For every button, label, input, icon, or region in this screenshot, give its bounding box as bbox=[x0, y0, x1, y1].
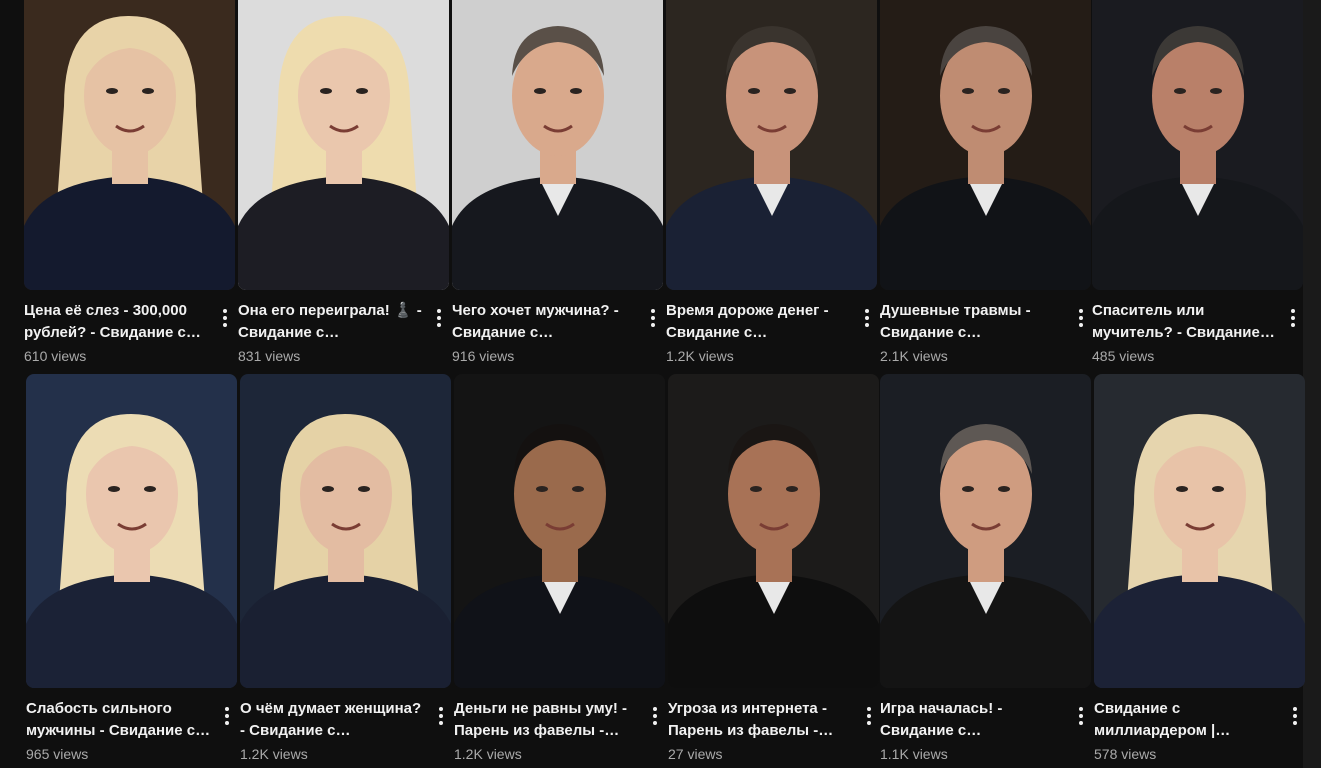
view-count: 2.1K views bbox=[880, 348, 948, 364]
video-meta: Свидание с миллиардером | Свидание с мил… bbox=[1094, 688, 1305, 763]
view-count: 965 views bbox=[26, 746, 89, 762]
video-thumbnail[interactable] bbox=[24, 0, 235, 290]
woman-laughing-thumbnail bbox=[238, 0, 449, 290]
video-thumbnail[interactable] bbox=[880, 0, 1091, 290]
man-gold-chain-thumbnail bbox=[668, 374, 879, 688]
man-suit-thumbnail bbox=[666, 0, 877, 290]
vertical-dots-icon[interactable] bbox=[645, 704, 665, 728]
video-card[interactable]: Цена её слез - 300,000 рублей? - Свидани… bbox=[24, 0, 235, 365]
video-title[interactable]: Свидание с миллиардером | Свидание с мил… bbox=[1094, 698, 1279, 742]
video-title[interactable]: О чём думает женщина? - Свидание с милли… bbox=[240, 698, 425, 742]
view-count: 578 views bbox=[1094, 746, 1157, 762]
vertical-dots-icon[interactable] bbox=[215, 306, 235, 330]
video-meta: Душевные травмы - Свидание с миллиардеро… bbox=[880, 290, 1091, 365]
video-card[interactable]: Свидание с миллиардером | Свидание с мил… bbox=[1094, 374, 1305, 763]
video-thumbnail[interactable] bbox=[880, 374, 1091, 688]
vertical-dots-icon[interactable] bbox=[217, 704, 237, 728]
video-thumbnail[interactable] bbox=[1092, 0, 1303, 290]
video-thumbnail[interactable] bbox=[452, 0, 663, 290]
video-thumbnail[interactable] bbox=[238, 0, 449, 290]
video-title[interactable]: Цена её слез - 300,000 рублей? - Свидани… bbox=[24, 300, 209, 344]
vertical-dots-icon[interactable] bbox=[429, 306, 449, 330]
video-card[interactable]: Деньги не равны уму! - Парень из фавелы … bbox=[454, 374, 665, 763]
video-card[interactable]: Время дороже денег - Свидание с миллиард… bbox=[666, 0, 877, 365]
vertical-dots-icon[interactable] bbox=[857, 306, 877, 330]
video-card[interactable]: Она его переиграла! ♟️ - Свидание с милл… bbox=[238, 0, 449, 365]
video-card[interactable]: Слабость сильного мужчины - Свидание с м… bbox=[26, 374, 237, 763]
video-title[interactable]: Она его переиграла! ♟️ - Свидание с милл… bbox=[238, 300, 423, 344]
vertical-dots-icon[interactable] bbox=[859, 704, 879, 728]
woman-car-thumbnail bbox=[1094, 374, 1305, 688]
video-card[interactable]: Угроза из интернета - Парень из фавелы -… bbox=[668, 374, 879, 763]
video-title[interactable]: Душевные травмы - Свидание с миллиардеро… bbox=[880, 300, 1065, 344]
view-count: 1.2K views bbox=[666, 348, 734, 364]
video-title[interactable]: Спаситель или мучитель? - Свидание с мил… bbox=[1092, 300, 1277, 344]
video-thumbnail[interactable] bbox=[668, 374, 879, 688]
woman-phone-thumbnail bbox=[24, 0, 235, 290]
man-fireplace-thumbnail bbox=[880, 0, 1091, 290]
video-thumbnail[interactable] bbox=[454, 374, 665, 688]
video-title[interactable]: Чего хочет мужчина? - Свидание с миллиар… bbox=[452, 300, 637, 344]
view-count: 1.1K views bbox=[880, 746, 948, 762]
video-meta: Угроза из интернета - Парень из фавелы -… bbox=[668, 688, 879, 763]
video-meta: О чём думает женщина? - Свидание с милли… bbox=[240, 688, 451, 763]
woman-wine-thumbnail bbox=[26, 374, 237, 688]
vertical-dots-icon[interactable] bbox=[1071, 306, 1091, 330]
video-title[interactable]: Игра началась! - Свидание с миллиардером bbox=[880, 698, 1065, 742]
video-meta: Слабость сильного мужчины - Свидание с м… bbox=[26, 688, 237, 763]
video-meta: Она его переиграла! ♟️ - Свидание с милл… bbox=[238, 290, 449, 365]
video-meta: Игра началась! - Свидание с миллиардером… bbox=[880, 688, 1091, 763]
view-count: 610 views bbox=[24, 348, 87, 364]
woman-closeup-thumbnail bbox=[240, 374, 451, 688]
vertical-dots-icon[interactable] bbox=[643, 306, 663, 330]
view-count: 916 views bbox=[452, 348, 515, 364]
man-car-laughing-thumbnail bbox=[880, 374, 1091, 688]
video-meta: Чего хочет мужчина? - Свидание с миллиар… bbox=[452, 290, 663, 365]
man-napkin-thumbnail bbox=[452, 0, 663, 290]
video-card[interactable]: Душевные травмы - Свидание с миллиардеро… bbox=[880, 0, 1091, 365]
video-card[interactable]: О чём думает женщина? - Свидание с милли… bbox=[240, 374, 451, 763]
video-meta: Деньги не равны уму! - Парень из фавелы … bbox=[454, 688, 665, 763]
video-thumbnail[interactable] bbox=[240, 374, 451, 688]
video-title[interactable]: Слабость сильного мужчины - Свидание с м… bbox=[26, 698, 211, 742]
vertical-dots-icon[interactable] bbox=[1285, 704, 1305, 728]
video-title[interactable]: Время дороже денег - Свидание с миллиард… bbox=[666, 300, 851, 344]
man-dark-hair-thumbnail bbox=[454, 374, 665, 688]
man-serious-thumbnail bbox=[1092, 0, 1303, 290]
view-count: 485 views bbox=[1092, 348, 1155, 364]
video-thumbnail[interactable] bbox=[26, 374, 237, 688]
vertical-dots-icon[interactable] bbox=[1071, 704, 1091, 728]
view-count: 27 views bbox=[668, 746, 723, 762]
video-card[interactable]: Спаситель или мучитель? - Свидание с мил… bbox=[1092, 0, 1303, 365]
view-count: 831 views bbox=[238, 348, 301, 364]
video-thumbnail[interactable] bbox=[1094, 374, 1305, 688]
video-grid: Цена её слез - 300,000 рублей? - Свидани… bbox=[0, 0, 1321, 768]
video-card[interactable]: Чего хочет мужчина? - Свидание с миллиар… bbox=[452, 0, 663, 365]
vertical-dots-icon[interactable] bbox=[431, 704, 451, 728]
video-meta: Время дороже денег - Свидание с миллиард… bbox=[666, 290, 877, 365]
video-meta: Цена её слез - 300,000 рублей? - Свидани… bbox=[24, 290, 235, 365]
video-thumbnail[interactable] bbox=[666, 0, 877, 290]
vertical-dots-icon[interactable] bbox=[1283, 306, 1303, 330]
video-title[interactable]: Угроза из интернета - Парень из фавелы -… bbox=[668, 698, 853, 742]
view-count: 1.2K views bbox=[240, 746, 308, 762]
video-title[interactable]: Деньги не равны уму! - Парень из фавелы … bbox=[454, 698, 639, 742]
video-card[interactable]: Игра началась! - Свидание с миллиардером… bbox=[880, 374, 1091, 763]
view-count: 1.2K views bbox=[454, 746, 522, 762]
video-meta: Спаситель или мучитель? - Свидание с мил… bbox=[1092, 290, 1303, 365]
